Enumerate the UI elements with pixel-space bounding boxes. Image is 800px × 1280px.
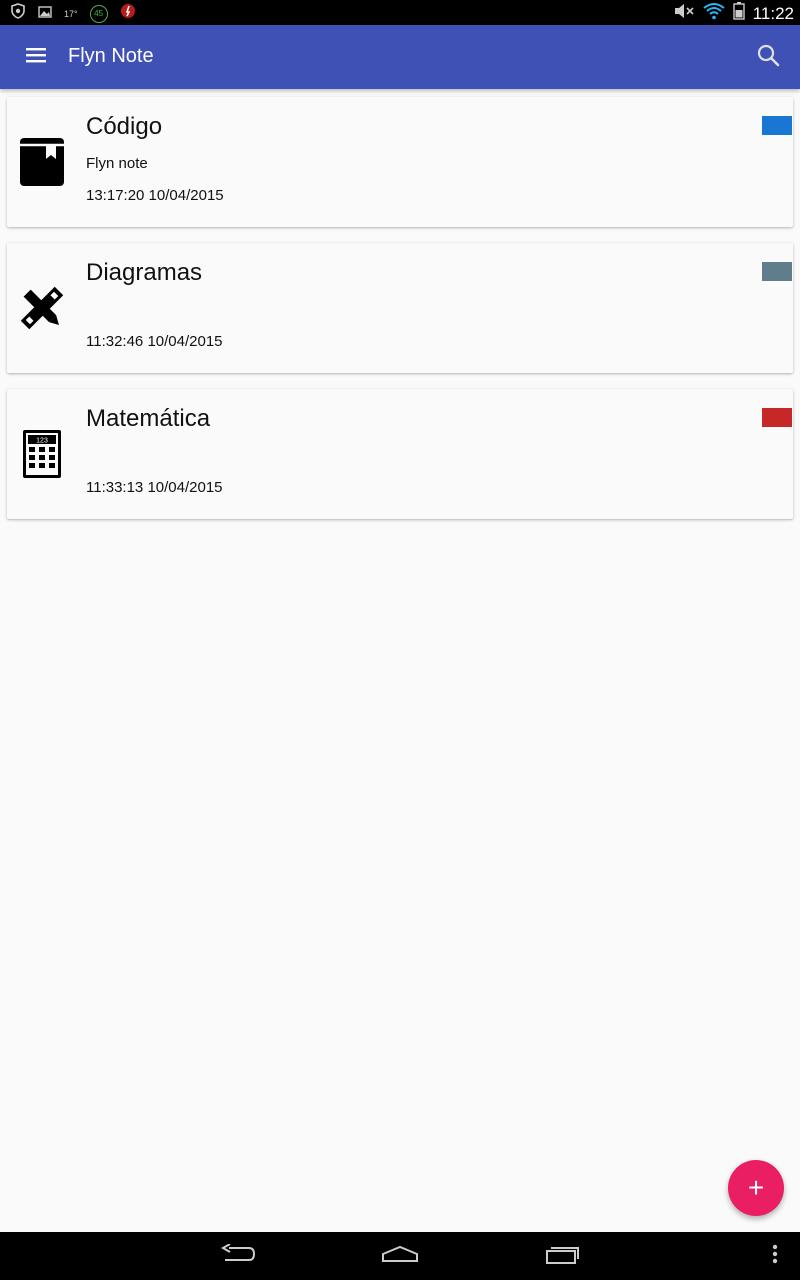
clock: 11:22: [752, 3, 794, 23]
badge-count: 45: [94, 9, 104, 18]
recents-icon: [546, 1244, 580, 1269]
calculator-icon: 123: [17, 427, 67, 481]
app-title: Flyn Note: [68, 45, 154, 67]
alert-icon: [120, 3, 136, 24]
add-note-button[interactable]: +: [728, 1160, 784, 1216]
note-title: Diagramas: [86, 259, 203, 286]
ruler-pencil-icon: [17, 281, 67, 335]
note-card[interactable]: 123 Matemática 11:33:13 10/04/2015: [7, 389, 793, 519]
volume-muted-icon: [673, 2, 695, 25]
overflow-menu-button[interactable]: [745, 1240, 800, 1272]
note-color-tag: [762, 262, 792, 281]
note-timestamp: 13:17:20 10/04/2015: [86, 187, 224, 204]
note-subtitle: Flyn note: [86, 155, 148, 172]
book-icon: [17, 135, 67, 189]
search-button[interactable]: [750, 39, 786, 75]
home-button[interactable]: [370, 1240, 430, 1272]
status-bar: 17° 45 11:22: [0, 0, 800, 25]
note-timestamp: 11:32:46 10/04/2015: [86, 333, 223, 350]
note-timestamp: 11:33:13 10/04/2015: [86, 479, 223, 496]
navigation-bar: [0, 1232, 800, 1280]
home-icon: [382, 1245, 418, 1268]
temperature-text: 17°: [64, 8, 78, 19]
plus-icon: +: [747, 1172, 765, 1203]
note-card[interactable]: Código Flyn note 13:17:20 10/04/2015: [7, 97, 793, 227]
notes-list: Código Flyn note 13:17:20 10/04/2015 Dia…: [7, 97, 793, 535]
note-title: Matemática: [86, 405, 211, 432]
hamburger-icon: [26, 47, 46, 68]
note-color-tag: [762, 408, 792, 427]
battery-icon: [733, 2, 745, 25]
back-icon: [220, 1242, 256, 1269]
more-vertical-icon: [772, 1244, 778, 1269]
badge-count-icon: 45: [89, 4, 108, 23]
note-color-tag: [762, 116, 792, 135]
shield-icon: [10, 3, 26, 24]
calculator-display-text: 123: [36, 438, 48, 445]
image-icon: [38, 5, 52, 23]
recents-button[interactable]: [533, 1240, 593, 1272]
note-card[interactable]: Diagramas 11:32:46 10/04/2015: [7, 243, 793, 373]
note-title: Código: [86, 113, 163, 140]
search-icon: [756, 43, 780, 72]
wifi-icon: [703, 2, 725, 25]
app-bar: Flyn Note: [0, 25, 800, 89]
back-button[interactable]: [208, 1240, 268, 1272]
menu-button[interactable]: [18, 39, 54, 75]
